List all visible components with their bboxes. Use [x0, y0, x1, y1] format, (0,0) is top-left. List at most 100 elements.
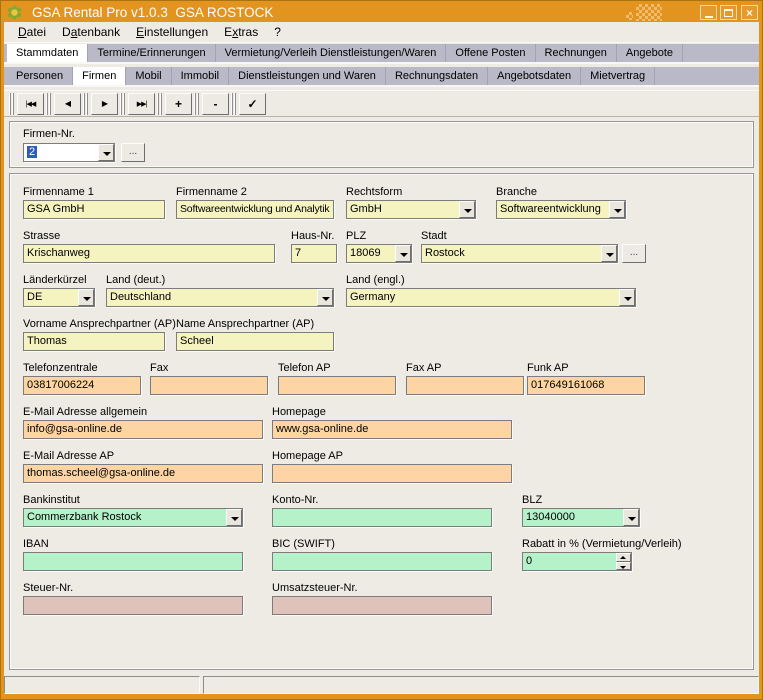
rabatt-value: 0 — [523, 553, 616, 570]
telefonzentrale-input[interactable]: 03817006224 — [23, 376, 141, 395]
firmenname2-input[interactable]: Softwareentwicklung und Analytik — [176, 200, 334, 219]
email-allgemein-value: info@gsa-online.de — [24, 421, 262, 438]
app-icon — [7, 5, 22, 20]
minimize-button[interactable] — [700, 5, 717, 20]
email-ap-input[interactable]: thomas.scheel@gsa-online.de — [23, 464, 263, 483]
tab-mietvertrag[interactable]: Mietvertrag — [581, 67, 655, 85]
tab-firmen[interactable]: Firmen — [73, 67, 126, 85]
bankinstitut-select[interactable]: Commerzbank Rostock — [23, 508, 243, 527]
first-record-button[interactable]: |◀◀ — [17, 93, 44, 115]
chevron-down-icon[interactable] — [395, 245, 411, 262]
toolbar-grip[interactable] — [157, 93, 162, 115]
company-form-panel: Firmenname 1 Firmenname 2 Rechtsform Bra… — [9, 173, 754, 670]
blz-value: 13040000 — [523, 509, 623, 526]
plz-select[interactable]: 18069 — [346, 244, 412, 263]
tab-mobil[interactable]: Mobil — [126, 67, 171, 85]
chevron-down-icon[interactable] — [317, 289, 333, 306]
spin-down-button[interactable] — [616, 562, 631, 571]
chevron-down-icon[interactable] — [98, 144, 114, 161]
land-engl-select[interactable]: Germany — [346, 288, 636, 307]
funk-ap-input[interactable]: 017649161068 — [527, 376, 645, 395]
tab-dienstleistungen-waren[interactable]: Dienstleistungen und Waren — [229, 67, 386, 85]
menu-item-extras[interactable]: Extras — [216, 22, 266, 42]
homepage-input[interactable]: www.gsa-online.de — [272, 420, 512, 439]
toolbar-grip[interactable] — [46, 93, 51, 115]
previous-record-icon: ◀ — [65, 99, 70, 108]
menu-item-einstellungen[interactable]: Einstellungen — [128, 22, 216, 42]
telefon-ap-input[interactable] — [278, 376, 396, 395]
tab-vermietung-verleih[interactable]: Vermietung/Verleih Dienstleistungen/Ware… — [216, 44, 447, 62]
chevron-down-icon[interactable] — [609, 201, 625, 218]
rabatt-spinner[interactable]: 0 — [522, 552, 632, 571]
name-ap-input[interactable]: Scheel — [176, 332, 334, 351]
tab-personen[interactable]: Personen — [7, 67, 73, 85]
maximize-button[interactable] — [720, 5, 737, 20]
last-record-button[interactable]: ▶▶| — [128, 93, 155, 115]
toolbar-grip[interactable] — [120, 93, 125, 115]
firmenname1-input[interactable]: GSA GmbH — [23, 200, 165, 219]
fax-input[interactable] — [150, 376, 268, 395]
close-button[interactable]: × — [741, 5, 758, 20]
vorname-ap-input[interactable]: Thomas — [23, 332, 165, 351]
land-deut-select[interactable]: Deutschland — [106, 288, 334, 307]
tab-rechnungsdaten[interactable]: Rechnungsdaten — [386, 67, 488, 85]
add-record-button[interactable]: + — [165, 93, 192, 115]
tab-angebotsdaten[interactable]: Angebotsdaten — [488, 67, 581, 85]
tab-angebote[interactable]: Angebote — [617, 44, 683, 62]
toolbar-grip[interactable] — [231, 93, 236, 115]
chevron-down-icon[interactable] — [601, 245, 617, 262]
titlebar[interactable]: GSA Rental Pro v1.0.3 GSA ROSTOCK × — [4, 3, 759, 22]
laenderkuerzel-select[interactable]: DE — [23, 288, 95, 307]
vorname-ap-label: Vorname Ansprechpartner (AP) — [23, 318, 176, 330]
menu-item-datei[interactable]: Datei — [10, 22, 54, 42]
firmen-nr-select[interactable]: 2 — [23, 143, 115, 162]
vorname-ap-value: Thomas — [24, 333, 164, 350]
laenderkuerzel-value: DE — [24, 289, 78, 306]
menubar: Datei Datenbank Einstellungen Extras ? — [4, 22, 759, 43]
chevron-down-icon[interactable] — [78, 289, 94, 306]
tab-rechnungen[interactable]: Rechnungen — [536, 44, 617, 62]
chevron-down-icon[interactable] — [623, 509, 639, 526]
firmen-nr-browse-button[interactable]: ... — [121, 143, 145, 162]
umsatzsteuer-nr-input[interactable] — [272, 596, 492, 615]
homepage-ap-label: Homepage AP — [272, 450, 343, 462]
stadt-browse-button[interactable]: ... — [622, 244, 646, 263]
spin-up-button[interactable] — [616, 553, 631, 562]
chevron-down-icon[interactable] — [459, 201, 475, 218]
bic-input[interactable] — [272, 552, 492, 571]
chevron-down-icon[interactable] — [619, 289, 635, 306]
laenderkuerzel-label: Länderkürzel — [23, 274, 87, 286]
strasse-label: Strasse — [23, 230, 60, 242]
confirm-record-button[interactable]: ✓ — [239, 93, 266, 115]
hausnr-input[interactable]: 7 — [291, 244, 337, 263]
umsatzsteuer-nr-label: Umsatzsteuer-Nr. — [272, 582, 358, 594]
toolbar-grip[interactable] — [83, 93, 88, 115]
toolbar-grip[interactable] — [194, 93, 199, 115]
tab-immobil[interactable]: Immobil — [172, 67, 230, 85]
delete-record-button[interactable]: - — [202, 93, 229, 115]
steuer-nr-input[interactable] — [23, 596, 243, 615]
chevron-down-icon[interactable] — [226, 509, 242, 526]
rechtsform-label: Rechtsform — [346, 186, 402, 198]
branche-select[interactable]: Softwareentwicklung — [496, 200, 626, 219]
strasse-input[interactable]: Krischanweg — [23, 244, 275, 263]
konto-nr-input[interactable] — [272, 508, 492, 527]
toolbar-grip[interactable] — [9, 93, 14, 115]
previous-record-button[interactable]: ◀ — [54, 93, 81, 115]
strasse-value: Krischanweg — [24, 245, 274, 262]
next-record-button[interactable]: ▶ — [91, 93, 118, 115]
menu-item-help[interactable]: ? — [266, 22, 289, 42]
rechtsform-select[interactable]: GmbH — [346, 200, 476, 219]
tab-termine-erinnerungen[interactable]: Termine/Erinnerungen — [88, 44, 215, 62]
fax-ap-input[interactable] — [406, 376, 524, 395]
homepage-ap-input[interactable] — [272, 464, 512, 483]
email-allgemein-input[interactable]: info@gsa-online.de — [23, 420, 263, 439]
menu-item-datenbank[interactable]: Datenbank — [54, 22, 128, 42]
iban-input[interactable] — [23, 552, 243, 571]
stadt-select[interactable]: Rostock — [421, 244, 618, 263]
tab-offene-posten[interactable]: Offene Posten — [446, 44, 535, 62]
blz-select[interactable]: 13040000 — [522, 508, 640, 527]
label-part: instellungen — [144, 25, 208, 39]
firmenname2-value: Softwareentwicklung und Analytik — [177, 201, 333, 218]
tab-stammdaten[interactable]: Stammdaten — [7, 44, 88, 62]
